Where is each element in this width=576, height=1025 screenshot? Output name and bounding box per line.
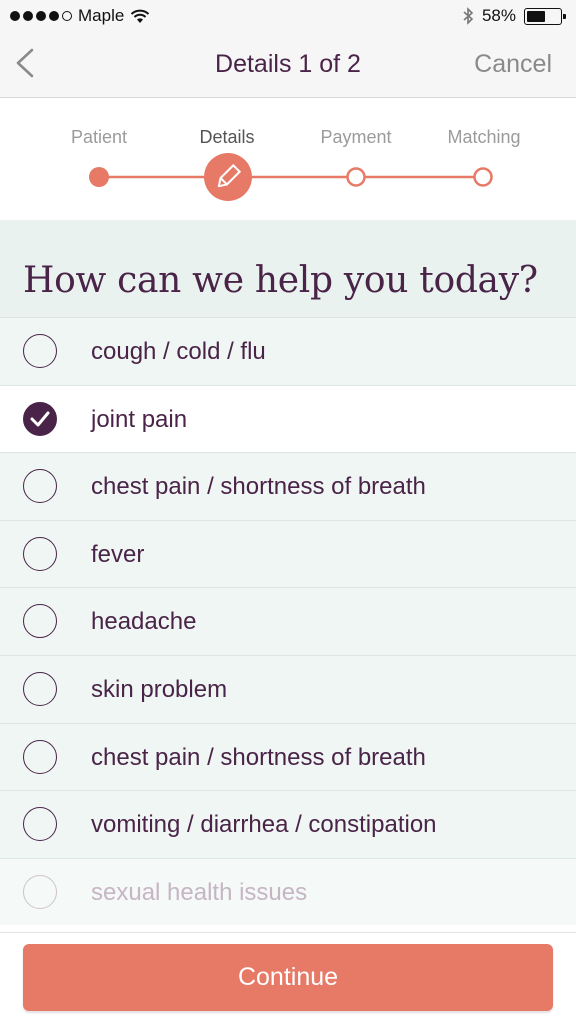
radio-unchecked-icon[interactable] bbox=[23, 334, 57, 368]
symptom-option-label: vomiting / diarrhea / constipation bbox=[91, 811, 437, 839]
symptom-options-list: cough / cold / flu joint pain chest pain /… bbox=[0, 317, 576, 926]
radio-unchecked-icon[interactable] bbox=[23, 604, 57, 639]
progress-stepper: Patient Details Payment Matching bbox=[0, 99, 576, 220]
carrier-group: Maple bbox=[10, 6, 150, 26]
carrier-name: Maple bbox=[78, 6, 125, 25]
symptom-option-label: sexual health issues bbox=[91, 878, 308, 906]
bottom-action-bar: Continue bbox=[0, 932, 576, 1025]
symptom-option[interactable]: vomiting / diarrhea / constipation bbox=[0, 790, 576, 858]
radio-unchecked-icon[interactable] bbox=[23, 536, 57, 571]
symptom-option[interactable]: skin problem bbox=[0, 654, 576, 723]
wifi-icon bbox=[131, 9, 150, 23]
continue-button[interactable]: Continue bbox=[23, 944, 553, 1011]
symptom-option-label: cough / cold / flu bbox=[91, 338, 266, 365]
symptom-option-label: headache bbox=[91, 608, 197, 636]
bluetooth-icon bbox=[463, 7, 474, 25]
status-right-group: 58% bbox=[462, 6, 566, 26]
symptom-option-label: chest pain / shortness of breath bbox=[91, 473, 426, 501]
checkmark-icon bbox=[30, 411, 50, 427]
symptom-option[interactable]: headache bbox=[0, 587, 576, 655]
back-button[interactable] bbox=[10, 44, 46, 84]
symptom-option-label: fever bbox=[91, 540, 145, 568]
stepper-track bbox=[89, 153, 493, 201]
question-title: How can we help you today? bbox=[23, 260, 538, 301]
radio-unchecked-icon[interactable] bbox=[23, 739, 57, 774]
radio-unchecked-icon[interactable] bbox=[23, 469, 57, 504]
symptom-option[interactable]: chest pain / shortness of breath bbox=[0, 452, 576, 520]
symptom-option-label: chest pain / shortness of breath bbox=[91, 743, 426, 771]
navigation-bar: Details 1 of 2 Cancel bbox=[0, 32, 576, 98]
signal-strength-icon bbox=[10, 11, 72, 21]
symptom-option[interactable]: chest pain / shortness of breath bbox=[0, 722, 576, 791]
step-dot-matching bbox=[473, 167, 493, 187]
radio-checked-icon[interactable] bbox=[23, 401, 57, 436]
radio-unchecked-icon[interactable] bbox=[23, 874, 57, 909]
question-header: How can we help you today? bbox=[0, 220, 576, 317]
symptom-option[interactable]: joint pain bbox=[0, 384, 576, 453]
radio-unchecked-icon[interactable] bbox=[23, 807, 57, 842]
symptom-option[interactable]: cough / cold / flu bbox=[0, 317, 576, 385]
battery-icon bbox=[524, 7, 566, 25]
battery-percent: 58% bbox=[481, 6, 516, 25]
symptom-option-label: joint pain bbox=[91, 405, 188, 433]
symptom-option[interactable]: fever bbox=[0, 519, 576, 588]
status-bar: Maple 58% bbox=[0, 0, 576, 32]
step-dot-patient-complete bbox=[89, 167, 109, 187]
chevron-left-icon bbox=[16, 48, 34, 78]
symptom-option-label: skin problem bbox=[91, 675, 228, 703]
radio-unchecked-icon[interactable] bbox=[23, 671, 57, 706]
step-dot-details-current bbox=[204, 153, 252, 201]
step-dot-payment bbox=[346, 167, 366, 187]
symptom-option[interactable]: sexual health issues bbox=[0, 857, 576, 926]
cancel-button[interactable]: Cancel bbox=[474, 50, 552, 79]
